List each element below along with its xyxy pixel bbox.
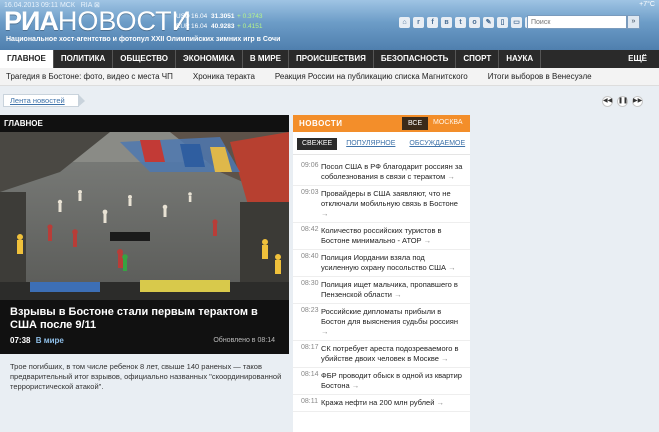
news-title[interactable]: Количество российских туристов в Бостоне… bbox=[321, 226, 470, 246]
vk-icon[interactable]: в bbox=[441, 17, 452, 28]
search-button[interactable]: » bbox=[627, 15, 640, 29]
rate-date: 16.04 bbox=[191, 23, 208, 30]
main-story-headline[interactable]: Взрывы в Бостоне стали первым терактом в… bbox=[10, 306, 279, 332]
slider-controls: ◀◀ ❚❚ ▶▶ bbox=[602, 96, 643, 107]
main-story-meta: 07:38 В мире bbox=[10, 336, 64, 345]
nav-more[interactable]: ЕЩЁ bbox=[621, 50, 659, 68]
news-title[interactable]: Российские дипломаты прибыли в Бостон дл… bbox=[321, 307, 470, 337]
nav-item-main[interactable]: ГЛАВНОЕ bbox=[0, 50, 54, 68]
news-time: 08:30 bbox=[301, 280, 319, 287]
news-title[interactable]: Полиция Иордании взяла под усиленную охр… bbox=[321, 253, 470, 273]
news-filter-moscow[interactable]: МОСКВА bbox=[433, 119, 463, 126]
main-nav: ГЛАВНОЕ ПОЛИТИКА ОБЩЕСТВО ЭКОНОМИКА В МИ… bbox=[0, 50, 659, 68]
news-title[interactable]: СК потребует ареста подозреваемого в уби… bbox=[321, 344, 470, 364]
news-title[interactable]: Кража нефти на 200 млн рублей bbox=[321, 398, 450, 408]
list-item[interactable]: 08:17 СК потребует ареста подозреваемого … bbox=[293, 341, 470, 368]
main-section-label: ГЛАВНОЕ bbox=[0, 115, 289, 132]
nav-item-politics[interactable]: ПОЛИТИКА bbox=[54, 50, 114, 68]
nav-item-world[interactable]: В МИРЕ bbox=[243, 50, 289, 68]
twitter-icon[interactable]: t bbox=[455, 17, 466, 28]
home-icon[interactable]: ⌂ bbox=[399, 17, 410, 28]
news-title[interactable]: ФБР проводит обыск в одной из квартир Бо… bbox=[321, 371, 470, 391]
hot-topics-bar: Трагедия в Бостоне: фото, видео с места … bbox=[0, 68, 659, 86]
next-icon[interactable]: ▶▶ bbox=[632, 96, 643, 107]
list-item[interactable]: 09:03 Провайдеры в США заявляют, что не о… bbox=[293, 186, 470, 223]
nav-item-society[interactable]: ОБЩЕСТВО bbox=[113, 50, 177, 68]
news-title[interactable]: Провайдеры в США заявляют, что не отключ… bbox=[321, 189, 470, 219]
search-input[interactable] bbox=[527, 15, 627, 29]
news-time: 08:23 bbox=[301, 307, 319, 314]
ria-novosti-logo[interactable]: РИАНОВОСТИ bbox=[4, 6, 191, 37]
news-time: 08:42 bbox=[301, 226, 319, 233]
nav-item-science[interactable]: НАУКА bbox=[499, 50, 542, 68]
news-title[interactable]: Полиция ищет мальчика, пропавшего в Пенз… bbox=[321, 280, 470, 300]
odnoklassniki-icon[interactable]: o bbox=[469, 17, 480, 28]
tagline: Национальное хост-агентство и фотопул XX… bbox=[6, 36, 281, 43]
list-item[interactable]: 08:14 ФБР проводит обыск в одной из кварт… bbox=[293, 368, 470, 395]
list-item[interactable]: 09:06 Посол США в РФ благодарит россиян з… bbox=[293, 159, 470, 186]
mobile-icon[interactable]: ▯ bbox=[497, 17, 508, 28]
news-time: 08:40 bbox=[301, 253, 319, 260]
news-time: 08:17 bbox=[301, 344, 319, 351]
livejournal-icon[interactable]: ✎ bbox=[483, 17, 494, 28]
main-story-rubric[interactable]: В мире bbox=[36, 336, 64, 345]
hot-topic-link[interactable]: Итоги выборов в Венесуэле bbox=[478, 68, 602, 85]
nav-item-incidents[interactable]: ПРОИСШЕСТВИЯ bbox=[289, 50, 374, 68]
tab-discussed[interactable]: ОБСУЖДАЕМОЕ bbox=[404, 138, 470, 150]
list-item[interactable]: 08:23 Российские дипломаты прибыли в Бост… bbox=[293, 304, 470, 341]
rate-change: + 0.3743 bbox=[237, 13, 263, 20]
main-story-photo[interactable] bbox=[0, 132, 289, 300]
tab-fresh[interactable]: СВЕЖЕЕ bbox=[297, 138, 338, 150]
main-story-time: 07:38 bbox=[10, 336, 31, 345]
marathon-photo-illustration bbox=[0, 132, 289, 300]
news-time: 08:11 bbox=[301, 398, 318, 405]
news-list: 09:06 Посол США в РФ благодарит россиян з… bbox=[293, 155, 470, 412]
site-header: 16.04.2013 09:11 МСК RIA ⊠ РИАНОВОСТИ На… bbox=[0, 0, 659, 50]
news-feed-header: НОВОСТИ ВСЕ МОСКВА bbox=[293, 115, 470, 132]
main-story-lead: Трое погибших, в том числе ребенок 8 лет… bbox=[10, 362, 282, 391]
news-tape-tab[interactable]: Лента новостей bbox=[3, 94, 85, 107]
news-time: 09:03 bbox=[301, 189, 319, 196]
news-filter-all[interactable]: ВСЕ bbox=[402, 117, 429, 130]
news-tabs: СВЕЖЕЕ ПОПУЛЯРНОЕ ОБСУЖДАЕМОЕ bbox=[293, 132, 470, 155]
rate-value: 40.9283 bbox=[211, 23, 235, 30]
rate-value: 31.3051 bbox=[211, 13, 235, 20]
main-story-updated: Обновлено в 08:14 bbox=[213, 337, 275, 344]
ipad-icon[interactable]: ▭ bbox=[511, 17, 522, 28]
rate-row-eur: EUR16.04 40.9283 + 0.4151 bbox=[176, 22, 262, 32]
list-item[interactable]: 08:11 Кража нефти на 200 млн рублей bbox=[293, 395, 470, 412]
news-time: 08:14 bbox=[301, 371, 319, 378]
rate-row-usd: USD16.04 31.3051 + 0.3743 bbox=[176, 12, 262, 22]
weather-temperature[interactable]: +7°С bbox=[639, 1, 655, 8]
hot-topic-link[interactable]: Трагедия в Бостоне: фото, видео с места … bbox=[0, 68, 183, 85]
rate-date: 16.04 bbox=[191, 13, 208, 20]
rate-change: + 0.4151 bbox=[237, 23, 263, 30]
hot-topic-link[interactable]: Хроника теракта bbox=[183, 68, 265, 85]
rss-icon[interactable]: r bbox=[413, 17, 424, 28]
main-story-caption: Взрывы в Бостоне стали первым терактом в… bbox=[0, 300, 289, 354]
news-time: 09:06 bbox=[301, 162, 319, 169]
pause-icon[interactable]: ❚❚ bbox=[617, 96, 628, 107]
list-item[interactable]: 08:30 Полиция ищет мальчика, пропавшего в… bbox=[293, 277, 470, 304]
logo-part-ria: РИА bbox=[4, 6, 59, 36]
currency-rates: USD16.04 31.3051 + 0.3743 EUR16.04 40.9283 +… bbox=[176, 12, 262, 32]
tab-popular[interactable]: ПОПУЛЯРНОЕ bbox=[341, 138, 400, 150]
rate-currency: EUR bbox=[176, 23, 190, 30]
list-item[interactable]: 08:42 Количество российских туристов в Бо… bbox=[293, 223, 470, 250]
hot-topic-link[interactable]: Реакция России на публикацию списка Магн… bbox=[265, 68, 478, 85]
prev-icon[interactable]: ◀◀ bbox=[602, 96, 613, 107]
news-feed-panel: НОВОСТИ ВСЕ МОСКВА СВЕЖЕЕ ПОПУЛЯРНОЕ ОБС… bbox=[293, 115, 470, 432]
news-title[interactable]: Посол США в РФ благодарит россиян за соб… bbox=[321, 162, 470, 182]
nav-item-sport[interactable]: СПОРТ bbox=[456, 50, 500, 68]
facebook-icon[interactable]: f bbox=[427, 17, 438, 28]
rate-currency: USD bbox=[176, 13, 190, 20]
list-item[interactable]: 08:40 Полиция Иордании взяла под усиленну… bbox=[293, 250, 470, 277]
logo-part-novosti: НОВОСТИ bbox=[57, 6, 192, 36]
nav-item-economy[interactable]: ЭКОНОМИКА bbox=[176, 50, 243, 68]
nav-item-security[interactable]: БЕЗОПАСНОСТЬ bbox=[374, 50, 457, 68]
news-feed-title[interactable]: НОВОСТИ bbox=[299, 119, 343, 128]
